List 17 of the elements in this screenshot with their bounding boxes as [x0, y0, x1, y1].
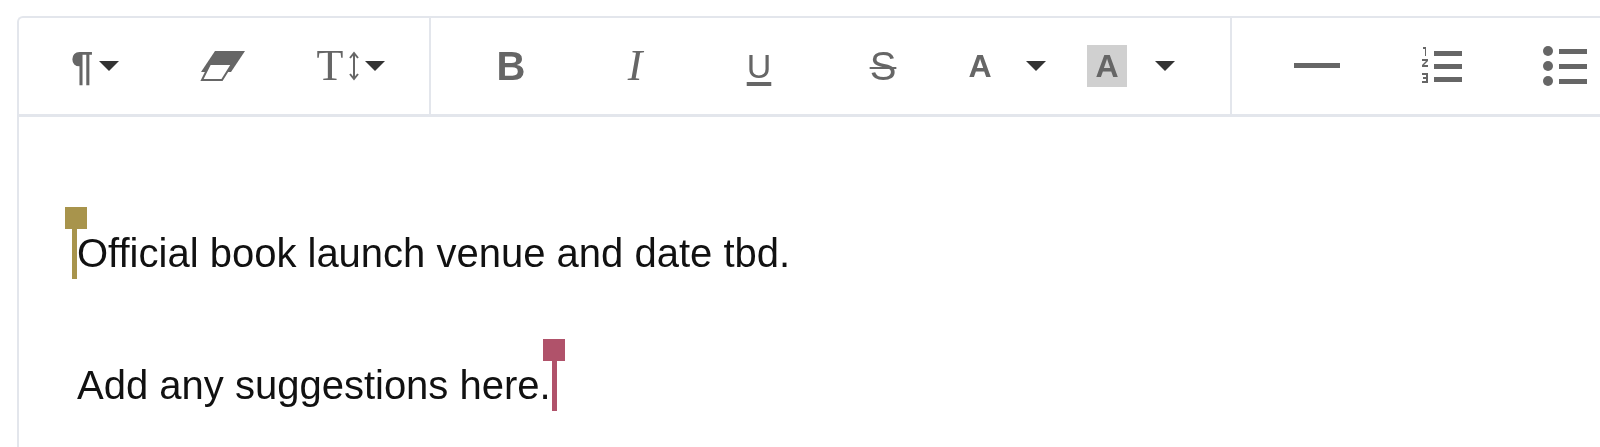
underline-button[interactable]: U: [697, 34, 821, 98]
bulleted-list-icon: [1543, 45, 1587, 87]
caret-icon: [365, 61, 386, 71]
caret-icon: [1025, 61, 1046, 71]
paragraph: Add any suggestions here.: [77, 365, 1600, 405]
text-color-button[interactable]: A: [945, 34, 1069, 98]
strike-button[interactable]: S: [821, 34, 945, 98]
caret-icon: [99, 61, 120, 71]
caret-icon: [1154, 61, 1175, 71]
bold-button[interactable]: B: [449, 34, 573, 98]
vertical-arrow-icon: [349, 51, 360, 81]
highlight-button[interactable]: A: [1069, 34, 1193, 98]
paragraph-button[interactable]: ¶: [31, 34, 159, 98]
eraser-icon: [200, 50, 246, 82]
paragraph: Official book launch venue and date tbd.: [77, 233, 1600, 273]
text-size-button[interactable]: T: [287, 34, 415, 98]
italic-button[interactable]: I: [573, 34, 697, 98]
